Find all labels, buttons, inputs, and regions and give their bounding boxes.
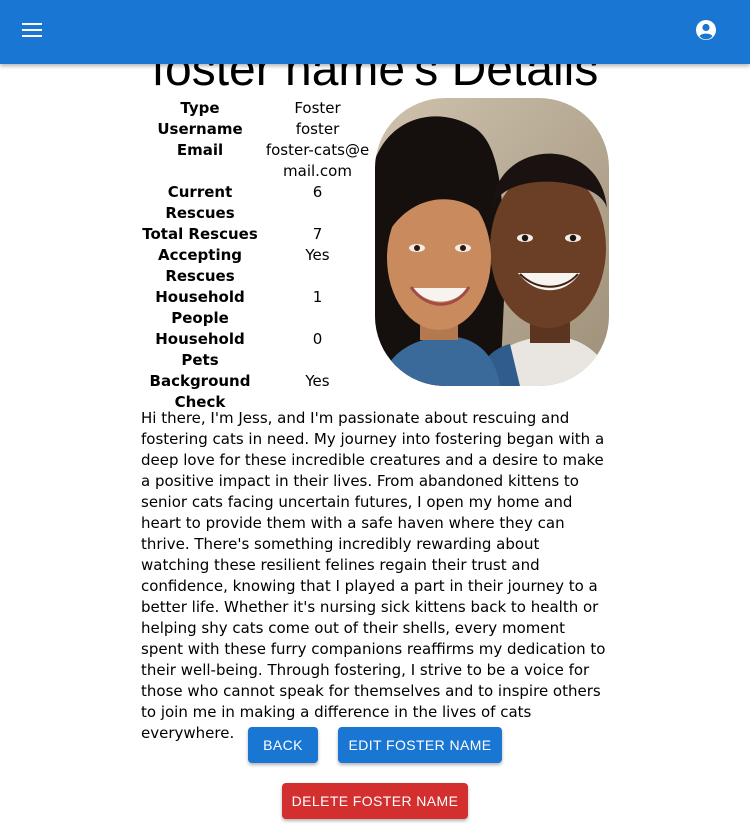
detail-row-background-check: Background Check Yes xyxy=(140,371,375,413)
detail-value: Yes xyxy=(305,246,330,264)
detail-value: 7 xyxy=(312,225,323,243)
detail-row-household-pets: Household Pets 0 xyxy=(140,329,375,371)
detail-row-total-rescues: Total Rescues 7 xyxy=(140,224,375,245)
detail-value: foster-cats@email.com xyxy=(265,141,370,180)
detail-value: 1 xyxy=(312,288,323,306)
detail-label: Email xyxy=(176,141,224,159)
detail-label: Household People xyxy=(155,288,245,327)
back-button[interactable]: Back xyxy=(248,727,318,763)
detail-row-accepting-rescues: Accepting Rescues Yes xyxy=(140,245,375,287)
account-button[interactable] xyxy=(684,10,728,54)
detail-row-current-rescues: Current Rescues 6 xyxy=(140,182,375,224)
details-table: Type Foster Username foster Email foster… xyxy=(140,98,375,413)
edit-foster-button[interactable]: Edit foster name xyxy=(338,727,502,763)
detail-value: foster xyxy=(295,120,340,138)
app-bar xyxy=(0,0,750,64)
detail-value: Foster xyxy=(294,99,341,117)
detail-row-email: Email foster-cats@email.com xyxy=(140,140,375,182)
detail-label: Username xyxy=(157,120,243,138)
account-circle-icon xyxy=(695,19,717,45)
detail-label: Household Pets xyxy=(155,330,245,369)
menu-icon xyxy=(22,22,42,42)
delete-foster-button[interactable]: Delete foster name xyxy=(282,783,468,819)
foster-photo xyxy=(375,98,609,386)
detail-label: Current Rescues xyxy=(165,183,235,222)
detail-row-type: Type Foster xyxy=(140,98,375,119)
detail-value: Yes xyxy=(305,372,330,390)
foster-bio: Hi there, I'm Jess, and I'm passionate a… xyxy=(141,409,606,742)
detail-label: Total Rescues xyxy=(142,225,258,243)
menu-button[interactable] xyxy=(10,10,54,54)
detail-row-household-people: Household People 1 xyxy=(140,287,375,329)
detail-label: Type xyxy=(180,99,220,117)
detail-value: 6 xyxy=(312,183,323,201)
detail-row-username: Username foster xyxy=(140,119,375,140)
detail-label: Background Check xyxy=(149,372,251,411)
detail-label: Accepting Rescues xyxy=(157,246,243,285)
detail-value: 0 xyxy=(312,330,323,348)
